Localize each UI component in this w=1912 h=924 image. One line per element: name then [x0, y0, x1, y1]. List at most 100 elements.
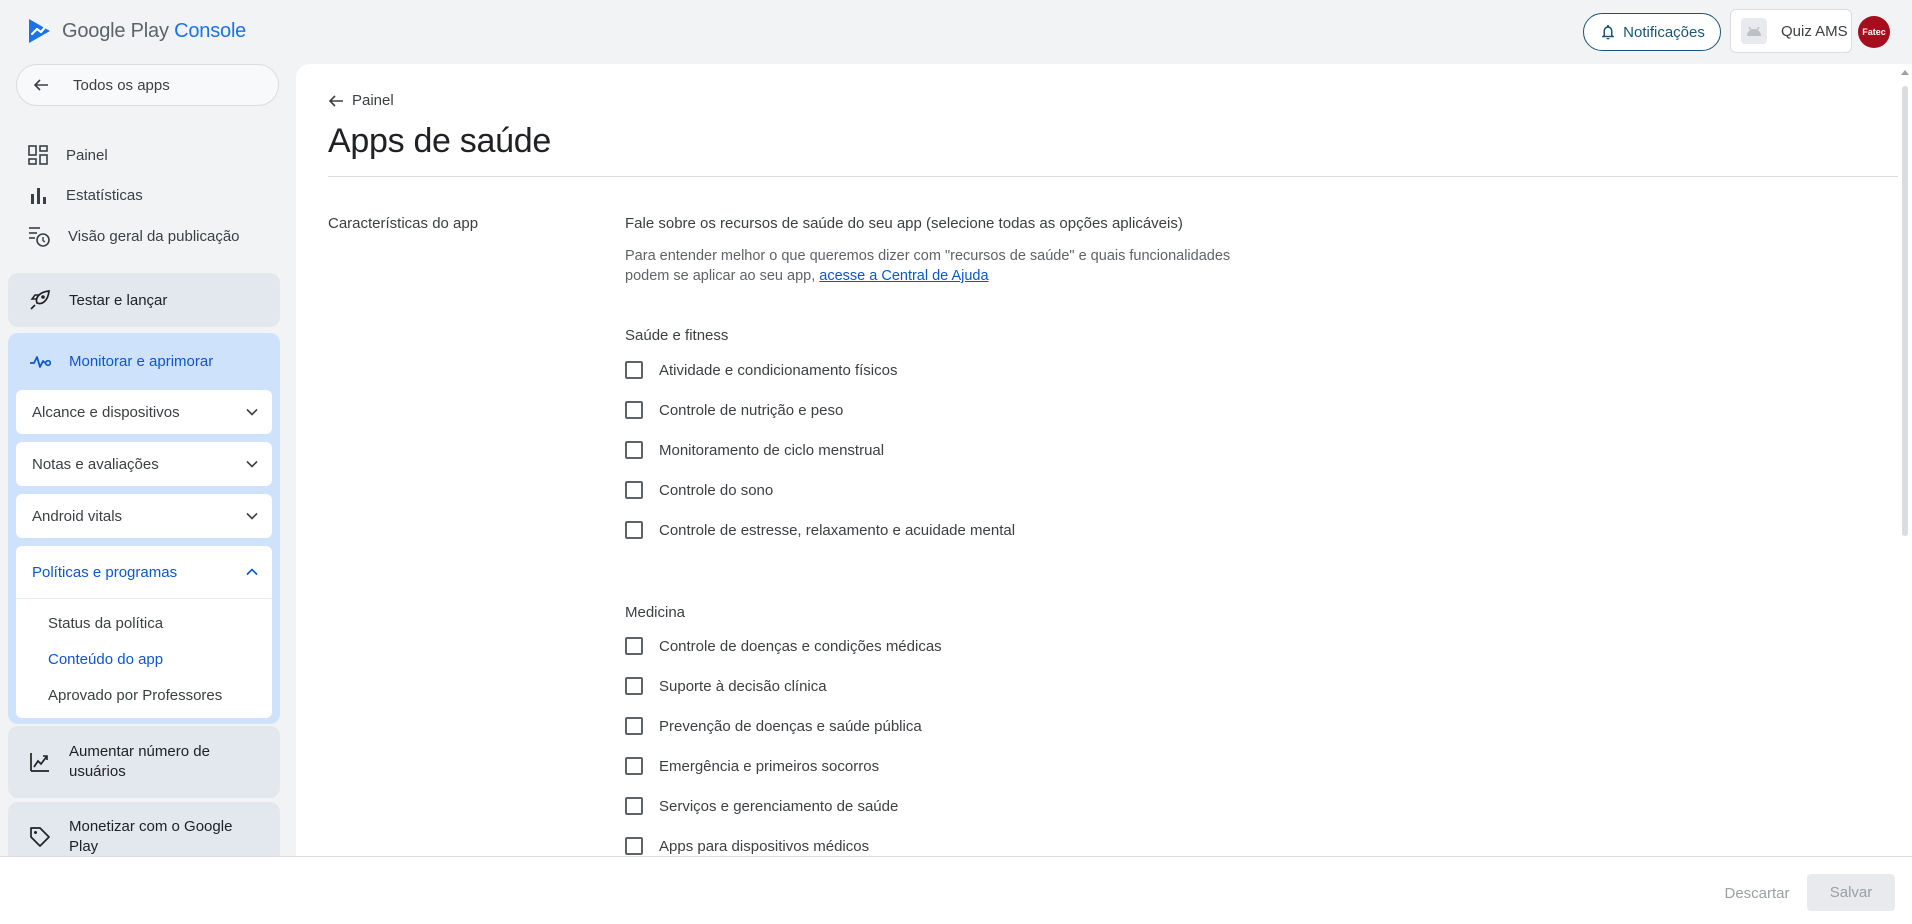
checkbox-label: Suporte à decisão clínica: [659, 677, 827, 695]
checkbox-row[interactable]: Prevenção de doenças e saúde pública: [625, 717, 922, 735]
section-aumentar-usuarios[interactable]: Aumentar número de usuários: [8, 726, 280, 798]
checkbox-row[interactable]: Serviços e gerenciamento de saúde: [625, 797, 898, 815]
question-title: Fale sobre os recursos de saúde do seu a…: [625, 215, 1183, 232]
back-to-painel-link[interactable]: Painel: [328, 92, 394, 109]
checkbox[interactable]: [625, 361, 643, 379]
footer-bar: Descartar Salvar: [0, 856, 1912, 924]
chevron-down-icon: [246, 512, 258, 520]
checkbox-row[interactable]: Apps para dispositivos médicos: [625, 837, 869, 855]
checkbox-label: Prevenção de doenças e saúde pública: [659, 717, 922, 735]
checkbox-row[interactable]: Controle de doenças e condições médicas: [625, 637, 942, 655]
health-features-form: Fale sobre os recursos de saúde do seu a…: [625, 215, 1325, 855]
logo-text: Google Play Console: [62, 19, 247, 42]
checkbox[interactable]: [625, 717, 643, 735]
checkbox[interactable]: [625, 441, 643, 459]
checkbox-row[interactable]: Controle de estresse, relaxamento e acui…: [625, 521, 1015, 539]
link-status-da-politica[interactable]: Status da política: [16, 605, 272, 641]
checkbox[interactable]: [625, 677, 643, 695]
link-conteudo-do-app[interactable]: Conteúdo do app: [16, 641, 272, 677]
link-aprovado-por-professores[interactable]: Aprovado por Professores: [16, 677, 272, 713]
chevron-down-icon: [246, 408, 258, 416]
question-description: Para entender melhor o que queremos dize…: [625, 246, 1255, 286]
checkbox-row[interactable]: Controle do sono: [625, 481, 773, 499]
sub-item-android-vitals[interactable]: Android vitals: [16, 494, 272, 538]
notifications-button[interactable]: Notificações: [1583, 13, 1721, 51]
app-name: Quiz AMS: [1781, 22, 1848, 40]
sidebar-item-estatisticas[interactable]: Estatísticas: [28, 185, 143, 205]
sidebar: Todos os apps Painel Estatísticas Visão …: [0, 64, 296, 856]
checkbox-label: Controle de doenças e condições médicas: [659, 637, 942, 655]
checkbox[interactable]: [625, 797, 643, 815]
rocket-icon: [29, 289, 51, 311]
publishing-overview-icon: [28, 225, 50, 247]
sub-item-label: Alcance e dispositivos: [32, 403, 180, 421]
sub-item-label: Notas e avaliações: [32, 455, 159, 473]
divider: [328, 176, 1898, 177]
help-center-link[interactable]: acesse a Central de Ajuda: [819, 268, 988, 284]
back-label: Painel: [352, 92, 394, 109]
discard-button[interactable]: Descartar: [1712, 875, 1802, 911]
main-content: Painel Apps de saúde Características do …: [296, 64, 1912, 856]
page-title: Apps de saúde: [328, 122, 551, 160]
checkbox-row[interactable]: Controle de nutrição e peso: [625, 401, 843, 419]
section-label: Monetizar com o Google Play: [69, 818, 233, 855]
row-label: Características do app: [328, 215, 479, 232]
notifications-label: Notificações: [1623, 23, 1705, 41]
dashboard-icon: [28, 145, 48, 165]
checkbox[interactable]: [625, 521, 643, 539]
section-testar-e-lancar[interactable]: Testar e lançar: [8, 273, 280, 327]
sub-item-label: Android vitals: [32, 507, 123, 525]
checkbox[interactable]: [625, 837, 643, 855]
sidebar-item-label: Painel: [66, 146, 108, 164]
checkbox-row[interactable]: Atividade e condicionamento físicos: [625, 361, 897, 379]
section-label: Monitorar e aprimorar: [69, 353, 214, 370]
section-label: Testar e lançar: [69, 291, 168, 309]
checkbox-label: Serviços e gerenciamento de saúde: [659, 797, 899, 815]
save-button[interactable]: Salvar: [1807, 874, 1895, 911]
scrollbar-thumb[interactable]: [1902, 86, 1908, 536]
checkbox[interactable]: [625, 481, 643, 499]
android-icon: [1741, 18, 1767, 44]
section-monetizar[interactable]: Monetizar com o Google Play: [8, 802, 280, 856]
sidebar-item-visao-geral[interactable]: Visão geral da publicação: [28, 225, 240, 247]
bar-chart-icon: [28, 185, 48, 205]
checkbox-label: Apps para dispositivos médicos: [659, 837, 870, 855]
price-tag-icon: [29, 826, 51, 848]
checkbox-row[interactable]: Emergência e primeiros socorros: [625, 757, 879, 775]
checkbox[interactable]: [625, 757, 643, 775]
sidebar-item-painel[interactable]: Painel: [28, 145, 108, 165]
arrow-back-icon: [33, 77, 49, 93]
group-title-medicina: Medicina: [625, 604, 686, 621]
checkbox-row[interactable]: Monitoramento de ciclo menstrual: [625, 441, 884, 459]
checkbox-row[interactable]: Suporte à decisão clínica: [625, 677, 827, 695]
checkbox-label: Emergência e primeiros socorros: [659, 757, 880, 775]
checkbox-label: Controle de nutrição e peso: [659, 401, 844, 419]
checkbox-label: Controle de estresse, relaxamento e acui…: [659, 521, 1016, 539]
scroll-up-arrow[interactable]: [1901, 70, 1909, 75]
app-selector[interactable]: Quiz AMS: [1730, 9, 1852, 53]
checkbox[interactable]: [625, 401, 643, 419]
growth-chart-icon: [29, 751, 51, 773]
all-apps-button[interactable]: Todos os apps: [16, 64, 279, 106]
play-logo-icon: [28, 18, 52, 44]
sub-item-notas[interactable]: Notas e avaliações: [16, 442, 272, 486]
arrow-back-icon: [328, 94, 344, 108]
sub-item-politicas[interactable]: Políticas e programas: [16, 546, 272, 598]
policy-links: Status da política Conteúdo do app Aprov…: [16, 598, 272, 718]
sidebar-item-label: Visão geral da publicação: [68, 227, 240, 245]
vitals-monitor-icon: [29, 354, 51, 370]
checkbox-label: Monitoramento de ciclo menstrual: [659, 441, 885, 459]
user-avatar[interactable]: Fatec: [1858, 16, 1890, 48]
top-bar: Google Play Console Notificações Quiz AM…: [0, 0, 1912, 64]
checkbox[interactable]: [625, 637, 643, 655]
section-label: Aumentar número de usuários: [69, 743, 210, 780]
google-play-console-logo[interactable]: Google Play Console: [28, 18, 246, 44]
bell-icon: [1599, 23, 1617, 41]
chevron-up-icon: [246, 568, 258, 576]
all-apps-label: Todos os apps: [73, 76, 170, 94]
section-header[interactable]: Monitorar e aprimorar: [8, 333, 280, 390]
chevron-down-icon: [246, 460, 258, 468]
sub-item-alcance[interactable]: Alcance e dispositivos: [16, 390, 272, 434]
group-title-saude-fitness: Saúde e fitness: [625, 327, 729, 344]
sub-item-label: Políticas e programas: [32, 563, 178, 581]
